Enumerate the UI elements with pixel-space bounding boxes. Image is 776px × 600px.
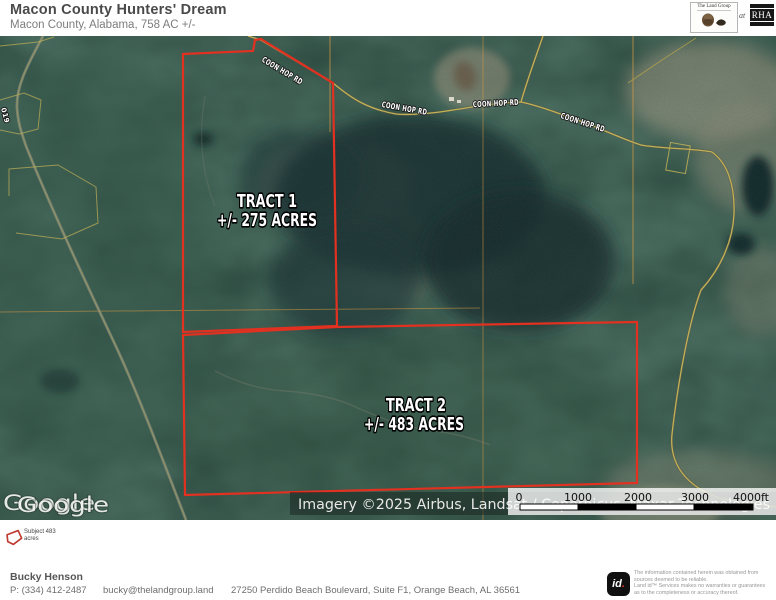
footer: Bucky Henson P: (334) 412-2487 bucky@the… xyxy=(0,558,776,600)
agent-phone: P: (334) 412-2487 xyxy=(10,585,87,596)
tract2-acres-label: +/- 483 ACRES xyxy=(364,414,464,435)
google-watermark-text-ghost: Google xyxy=(17,493,109,517)
disclaimer-text: The information contained herein was obt… xyxy=(634,570,774,596)
land-id-logo: id. xyxy=(607,572,630,596)
rha-logo: RHA xyxy=(750,4,774,26)
legend: Subject 483 acres xyxy=(0,520,776,558)
subject-polygon-icon xyxy=(5,528,23,547)
agent-email: bucky@thelandgroup.land xyxy=(103,585,214,596)
scale-tick-1: 1000 xyxy=(564,491,592,504)
scale-tick-4: 4000ft xyxy=(733,491,770,504)
tract1-label: TRACT 1 xyxy=(237,191,297,212)
brand-conjunction: at xyxy=(739,11,745,20)
legend-subject-label: Subject 483 acres xyxy=(24,529,56,543)
land-group-logo: The Land Group xyxy=(690,2,738,33)
building xyxy=(449,97,454,101)
tract2-label: TRACT 2 xyxy=(386,395,446,416)
scale-tick-2: 2000 xyxy=(624,491,652,504)
scale-tick-0: 0 xyxy=(516,491,523,504)
rha-logo-text: RHA xyxy=(749,8,776,22)
page-title: Macon County Hunters' Dream xyxy=(10,2,227,18)
scale-bar: 0 1000 2000 3000 4000ft xyxy=(508,488,776,515)
tract1-acres-label: +/- 275 ACRES xyxy=(217,210,317,231)
page-subtitle: Macon County, Alabama, 758 AC +/- xyxy=(10,19,196,31)
header: Macon County Hunters' Dream Macon County… xyxy=(0,0,776,36)
pinecone-icon xyxy=(699,11,729,27)
land-id-logo-text: id xyxy=(612,578,622,590)
agent-name: Bucky Henson xyxy=(10,571,83,583)
map-canvas[interactable]: COON HOP RD COON HOP RD COON HOP RD COON… xyxy=(0,36,776,520)
office-address: 27250 Perdido Beach Boulevard, Suite F1,… xyxy=(231,585,520,596)
land-group-logo-name: The Land Group xyxy=(697,4,730,9)
building xyxy=(457,100,461,103)
satellite-map[interactable]: COON HOP RD COON HOP RD COON HOP RD COON… xyxy=(0,36,776,520)
scale-bar-segments xyxy=(520,504,753,510)
page: Macon County Hunters' Dream Macon County… xyxy=(0,0,776,600)
google-watermark[interactable]: Google Google xyxy=(3,491,109,517)
scale-tick-3: 3000 xyxy=(681,491,709,504)
land-id-logo-dot: . xyxy=(622,578,625,590)
